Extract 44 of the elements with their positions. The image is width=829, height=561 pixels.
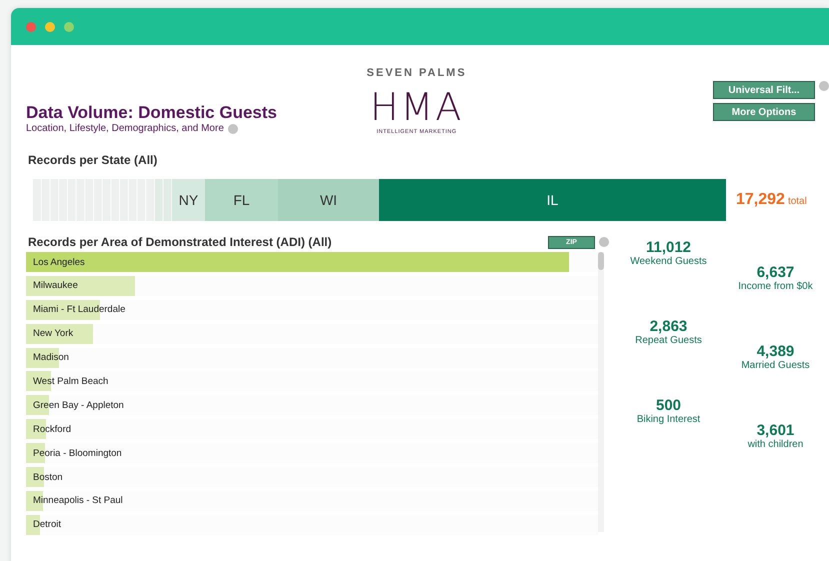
close-dot-icon[interactable] (26, 22, 36, 32)
scroll-thumb[interactable] (598, 252, 604, 270)
stat-value: 3,601 (756, 422, 796, 439)
state-segment[interactable]: WI (278, 179, 379, 221)
section-title: Records per Area of Demonstrated Interest (ADI) (All) (28, 235, 333, 249)
state-segment[interactable]: NY (172, 179, 205, 221)
stat-label: with children (746, 439, 804, 450)
help-icon[interactable] (599, 237, 609, 247)
area-list-item[interactable]: Los Angeles (26, 252, 598, 272)
area-list-item[interactable]: Milwaukee (26, 276, 598, 296)
help-icon[interactable] (228, 124, 238, 134)
area-list-item[interactable]: Minneapolis - St Paul (26, 490, 598, 511)
stat-label: Repeat Guests (634, 335, 703, 346)
area-list-item[interactable]: Green Bay - Appleton (26, 395, 598, 416)
area-list-item[interactable]: West Palm Beach (26, 371, 598, 392)
area-list-item[interactable]: Boston (26, 467, 598, 488)
stat-label: Income from $0k (737, 281, 814, 292)
stat-value: 4,389 (756, 343, 796, 360)
dashboard-subtitle: Location, Lifestyle, Demographics, and More (26, 123, 224, 134)
stat-label: Biking Interest (636, 414, 702, 425)
area-list-item[interactable]: New York (26, 324, 598, 344)
stat-value: 2,863 (648, 318, 688, 335)
total-count: 17,292 (736, 191, 785, 209)
brand-name: SEVEN PALMS (366, 67, 468, 79)
stat-value: 11,012 (644, 239, 692, 256)
stat-label: Weekend Guests (629, 256, 708, 267)
area-list-item[interactable]: Detroit (26, 514, 598, 535)
dashboard-title: Data Volume: Domestic Guests (26, 103, 278, 123)
logo-wordmark: HMA (368, 89, 464, 125)
stat-label: Married Guests (740, 360, 811, 371)
area-list-item[interactable]: Madison (26, 348, 598, 368)
scrollbar[interactable] (598, 252, 604, 532)
maximize-dot-icon[interactable] (64, 22, 74, 32)
stat-value: 6,637 (756, 264, 796, 281)
state-segment[interactable]: FL (205, 179, 278, 221)
area-list-item[interactable]: Miami - Ft Lauderdale (26, 300, 598, 320)
area-list-item[interactable]: Rockford (26, 419, 598, 440)
section-title: Records per State (All) (28, 153, 158, 167)
area-list-item[interactable]: Peoria - Bloomington (26, 443, 598, 464)
state-segment[interactable]: IL (379, 179, 726, 221)
help-icon[interactable] (819, 81, 829, 91)
stat-value: 500 (654, 397, 682, 414)
total-label: total (788, 196, 807, 207)
minimize-dot-icon[interactable] (45, 22, 55, 32)
